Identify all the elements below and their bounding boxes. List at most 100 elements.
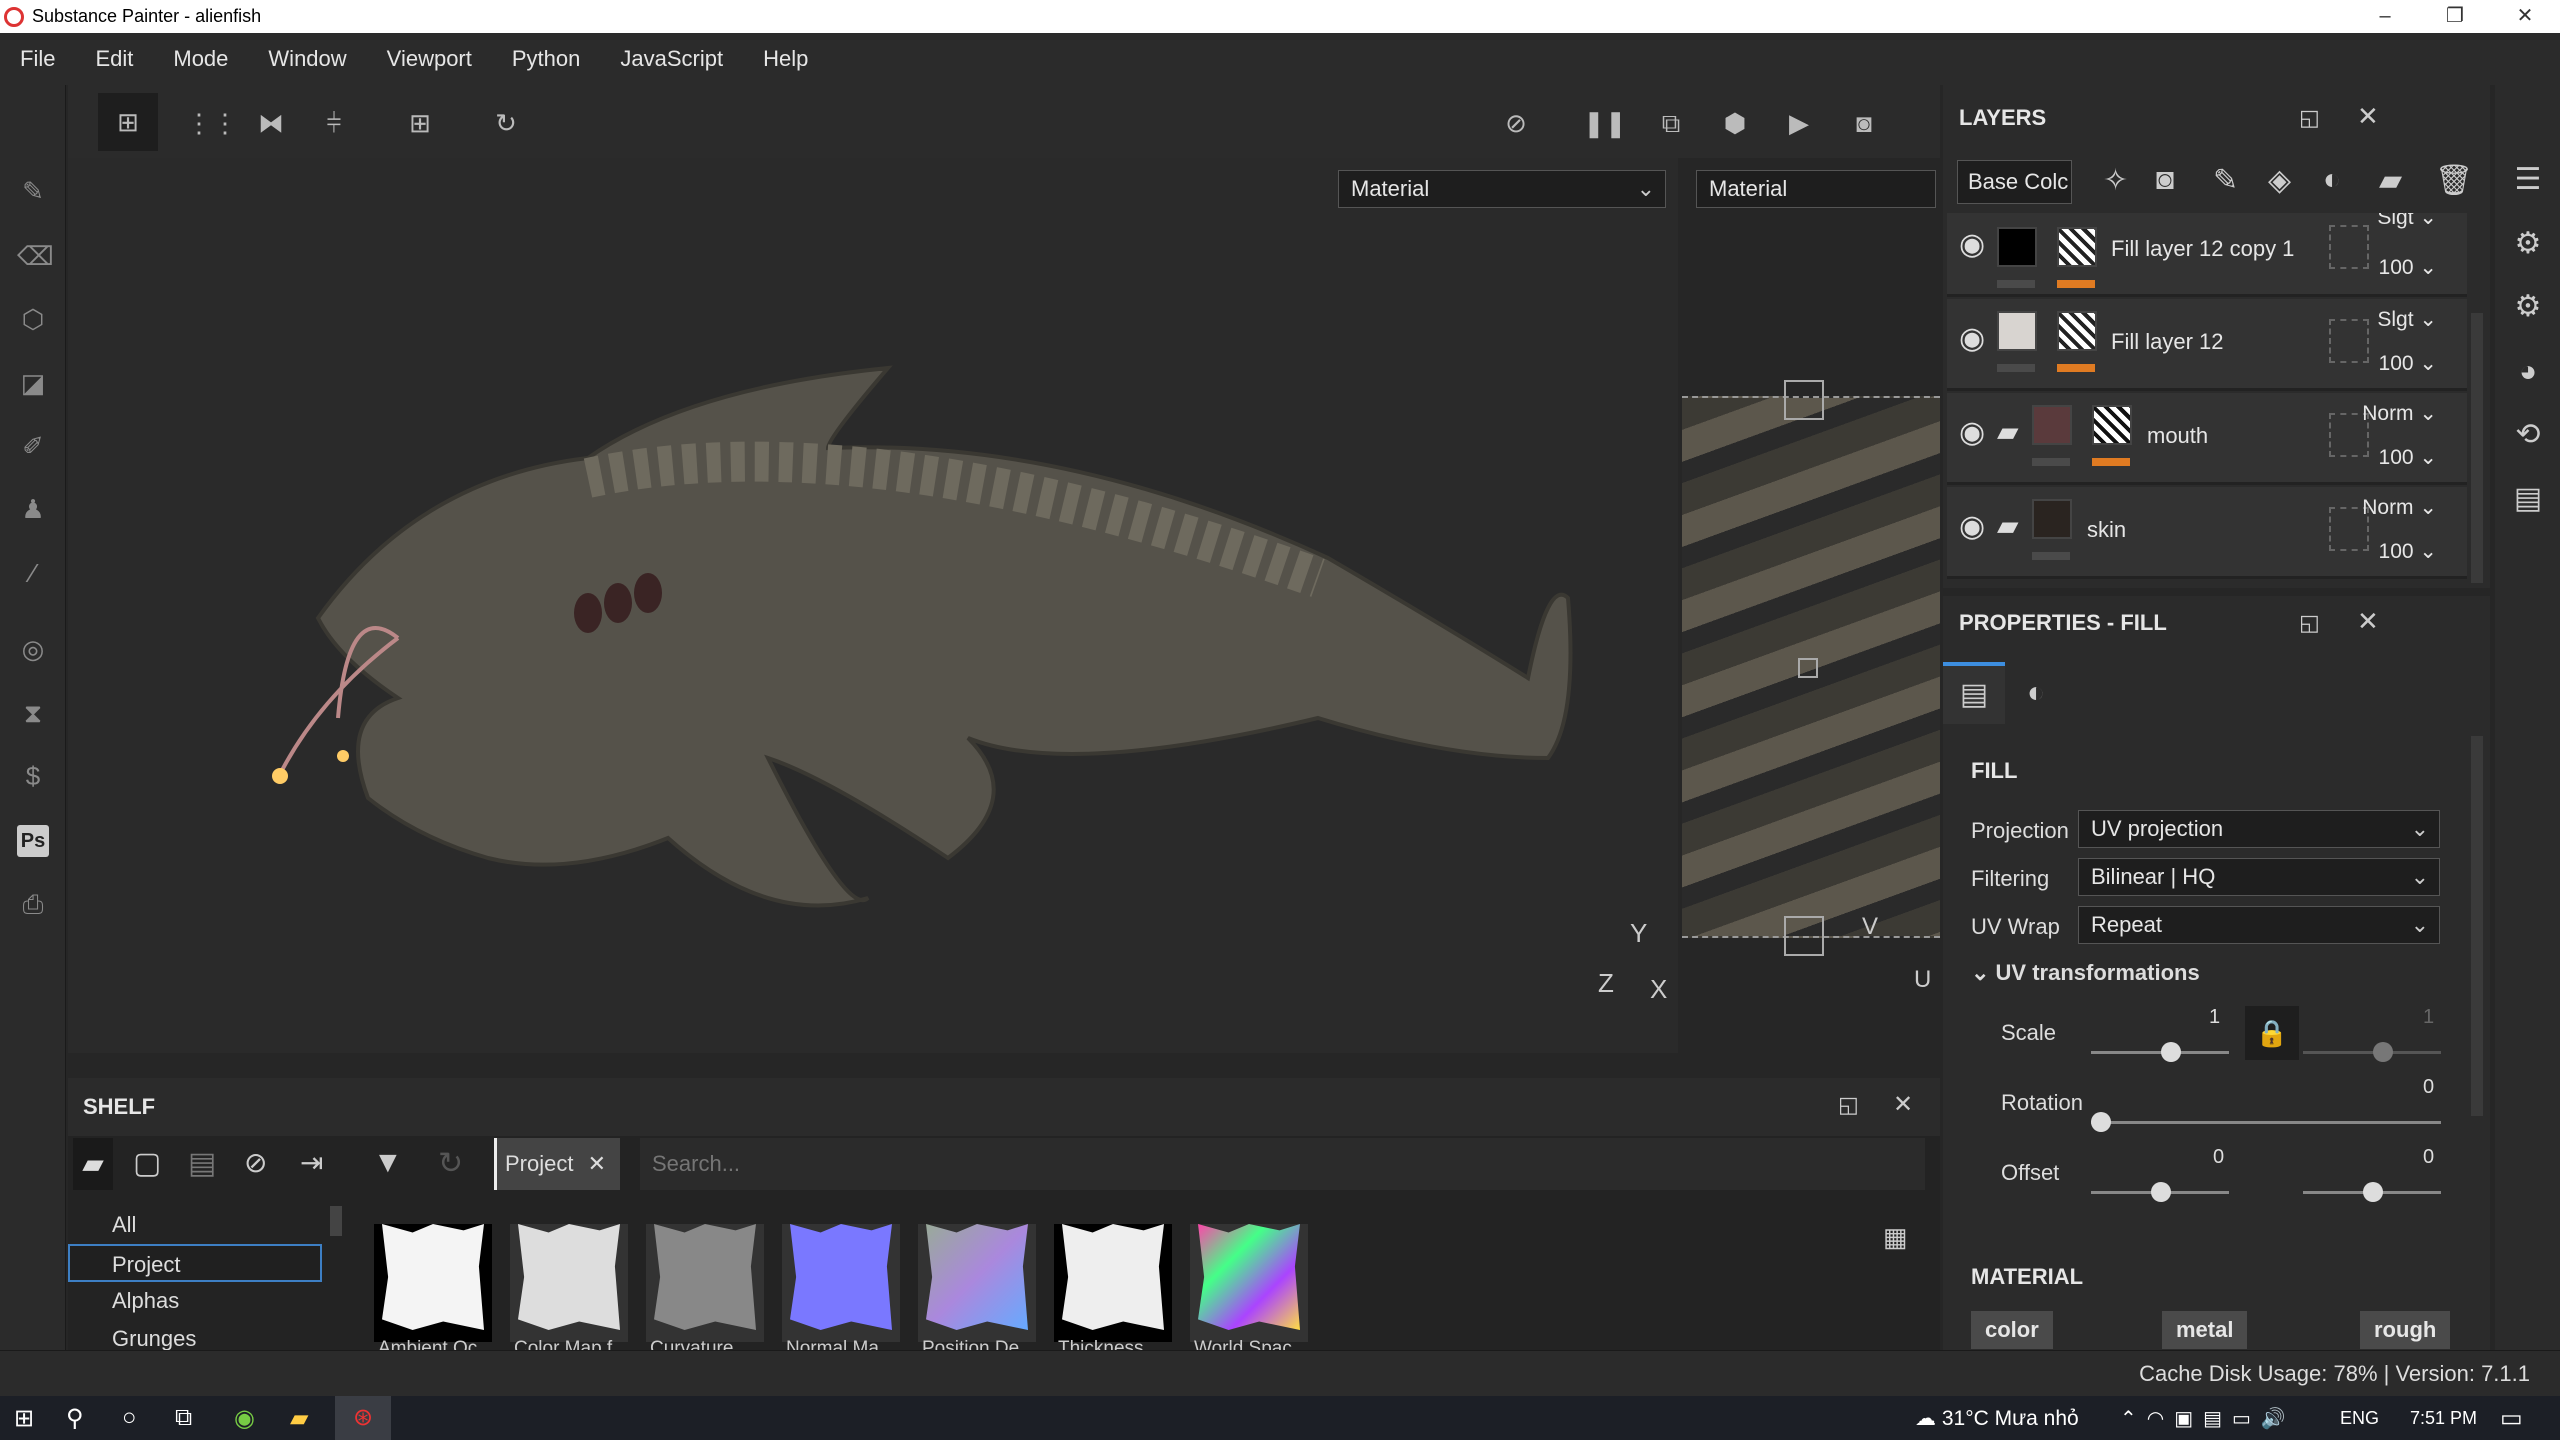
opacity-select[interactable]: 100 ⌄	[2379, 539, 2437, 564]
visibility-eye-icon[interactable]: ◉	[1959, 509, 1985, 544]
task-view-icon[interactable]: ⧉	[175, 1404, 192, 1432]
float-panel-icon[interactable]: ◱	[1838, 1092, 1859, 1118]
shelf-item[interactable]: Color Map f	[510, 1218, 628, 1350]
add-smart-material-icon[interactable]: ◐	[2323, 163, 2341, 197]
log-icon[interactable]: ▤	[2511, 482, 2545, 516]
weather-widget[interactable]: ☁ 31°C Mưa nhỏ	[1915, 1406, 2079, 1431]
float-panel-icon[interactable]: ◱	[2299, 105, 2320, 131]
paint-brush-icon[interactable]: ✎	[17, 175, 49, 207]
layers-scrollbar[interactable]	[2471, 313, 2483, 583]
menu-mode[interactable]: Mode	[153, 46, 248, 72]
layer-row[interactable]: ◉ Fill layer 12 copy 1 Slgt ⌄ 100 ⌄	[1947, 213, 2467, 297]
blend-mode-select[interactable]: Norm ⌄	[2362, 401, 2437, 426]
visibility-eye-icon[interactable]: ◉	[1959, 227, 1985, 262]
projection-select[interactable]: UV projection ⌄	[2078, 810, 2440, 848]
channel-select[interactable]: Base Colc	[1957, 160, 2072, 204]
hide-uv-icon[interactable]: ⊘	[1496, 103, 1536, 143]
shelf-item[interactable]: Position De	[918, 1218, 1036, 1350]
menu-javascript[interactable]: JavaScript	[600, 46, 743, 72]
display-settings-icon[interactable]: ⚙	[2511, 290, 2545, 324]
reset-icon[interactable]: ↻	[486, 103, 526, 143]
layers-list-icon[interactable]: ☰	[2511, 163, 2545, 197]
add-effect-icon[interactable]: ✧	[2103, 163, 2128, 198]
menu-window[interactable]: Window	[248, 46, 366, 72]
properties-scrollbar[interactable]	[2471, 736, 2483, 1116]
fill-settings-tab-icon[interactable]: ▤	[1943, 662, 2005, 724]
polygon-fill-icon[interactable]: ◪	[17, 367, 49, 399]
refresh-icon[interactable]: ↻	[438, 1146, 463, 1181]
material-metal-toggle[interactable]: metal	[2162, 1311, 2248, 1349]
lock-icon[interactable]: 🔒	[2245, 1006, 2299, 1060]
close-button[interactable]: ✕	[2490, 0, 2560, 33]
layer-name[interactable]: mouth	[2147, 423, 2208, 449]
close-layers-icon[interactable]: ✕	[2357, 101, 2379, 132]
menu-python[interactable]: Python	[492, 46, 601, 72]
close-shelf-icon[interactable]: ✕	[1893, 1090, 1913, 1119]
windows-start-icon[interactable]: ⊞	[14, 1404, 34, 1433]
uv-handle[interactable]	[1798, 658, 1818, 678]
2d-uv-viewport[interactable]: Material V U	[1682, 158, 1940, 1053]
photoshop-icon[interactable]: Ps	[17, 825, 49, 857]
float-panel-icon[interactable]: ◱	[2299, 610, 2320, 636]
blend-mode-select[interactable]: Norm ⌄	[2362, 495, 2437, 520]
blend-mode-select[interactable]: Slgt ⌄	[2377, 307, 2437, 332]
layer-name[interactable]: Fill layer 12	[2111, 329, 2223, 355]
layer-name[interactable]: Fill layer 12 copy 1	[2111, 236, 2294, 262]
symmetry-x-icon[interactable]: ⧓	[251, 103, 291, 143]
substance-painter-taskbar-icon[interactable]: ⊛	[335, 1396, 391, 1440]
3d-viewport[interactable]: Material ⌄ Y Z X	[68, 158, 1678, 1053]
material-rough-toggle[interactable]: rough	[2360, 1311, 2451, 1349]
tray-icons[interactable]: ⌃◠▣▤▭🔊	[2120, 1406, 2296, 1431]
grid-view-icon[interactable]: ▦	[1883, 1222, 1908, 1253]
split-view-icon[interactable]: ⧉	[1651, 103, 1691, 143]
color-picker-icon[interactable]: ⁄	[17, 557, 49, 589]
maximize-button[interactable]: ❐	[2420, 0, 2490, 33]
uv-handle[interactable]	[1784, 916, 1824, 956]
substance-icon[interactable]: $	[17, 760, 49, 792]
menu-help[interactable]: Help	[743, 46, 828, 72]
add-fill-layer-icon[interactable]: ◈	[2268, 163, 2291, 198]
menu-viewport[interactable]: Viewport	[367, 46, 492, 72]
filter-tag-project[interactable]: Project ✕	[494, 1138, 620, 1190]
shelf-item[interactable]: World Spac	[1190, 1218, 1308, 1350]
texture-set-settings-icon[interactable]: ⚙	[2511, 227, 2545, 261]
hide-icon[interactable]: ⊘	[244, 1146, 267, 1179]
layer-row[interactable]: ◉ Fill layer 12 Slgt ⌄ 100 ⌄	[1947, 299, 2467, 391]
opacity-select[interactable]: 100 ⌄	[2379, 445, 2437, 470]
uv-transformations-toggle[interactable]: ⌄ UV transformations	[1971, 960, 2200, 986]
selection-mode-icon[interactable]: ⊞	[98, 93, 158, 151]
shelf-item[interactable]: Curvature	[646, 1218, 764, 1350]
browser-icon[interactable]: ◉	[234, 1404, 255, 1433]
add-paint-layer-icon[interactable]: ✎	[2213, 163, 2238, 198]
history-icon[interactable]: ⟲	[2511, 418, 2545, 452]
file-explorer-icon[interactable]: ▰	[290, 1404, 308, 1433]
new-file-icon[interactable]: ▢	[133, 1146, 161, 1181]
shelf-search-input[interactable]	[640, 1138, 1925, 1190]
visibility-eye-icon[interactable]: ◉	[1959, 321, 1985, 356]
export-icon[interactable]: ⎙	[17, 888, 49, 920]
projection-icon[interactable]: ⬡	[17, 303, 49, 335]
save-icon[interactable]: ▤	[188, 1146, 216, 1181]
add-folder-icon[interactable]: ▰	[2379, 163, 2402, 198]
rotation-slider[interactable]	[2091, 1112, 2441, 1132]
search-icon[interactable]: ⚲	[66, 1404, 84, 1433]
add-mask-icon[interactable]: ◙	[2156, 163, 2174, 197]
close-properties-icon[interactable]: ✕	[2357, 606, 2379, 637]
filter-icon[interactable]: ▼	[373, 1146, 403, 1180]
layer-effect-slot[interactable]	[2329, 225, 2369, 269]
clock[interactable]: 7:51 PM	[2410, 1408, 2477, 1429]
uv-handle[interactable]	[1784, 380, 1824, 420]
material-color-toggle[interactable]: color	[1971, 1311, 2053, 1349]
scale-v-slider[interactable]	[2303, 1042, 2441, 1062]
visibility-eye-icon[interactable]: ◉	[1959, 415, 1985, 450]
scale-u-slider[interactable]	[2091, 1042, 2229, 1062]
add-frame-icon[interactable]: ⊞	[400, 103, 440, 143]
folder-icon[interactable]: ▰	[73, 1138, 113, 1190]
category-alphas[interactable]: Alphas	[68, 1282, 348, 1320]
cortana-icon[interactable]: ○	[122, 1404, 137, 1432]
menu-file[interactable]: File	[0, 46, 75, 72]
category-all[interactable]: All	[68, 1206, 348, 1244]
import-icon[interactable]: ⇥	[300, 1146, 323, 1179]
symmetry-y-icon[interactable]: ⫩	[314, 103, 354, 143]
shelf-item[interactable]: Normal Ma	[782, 1218, 900, 1350]
